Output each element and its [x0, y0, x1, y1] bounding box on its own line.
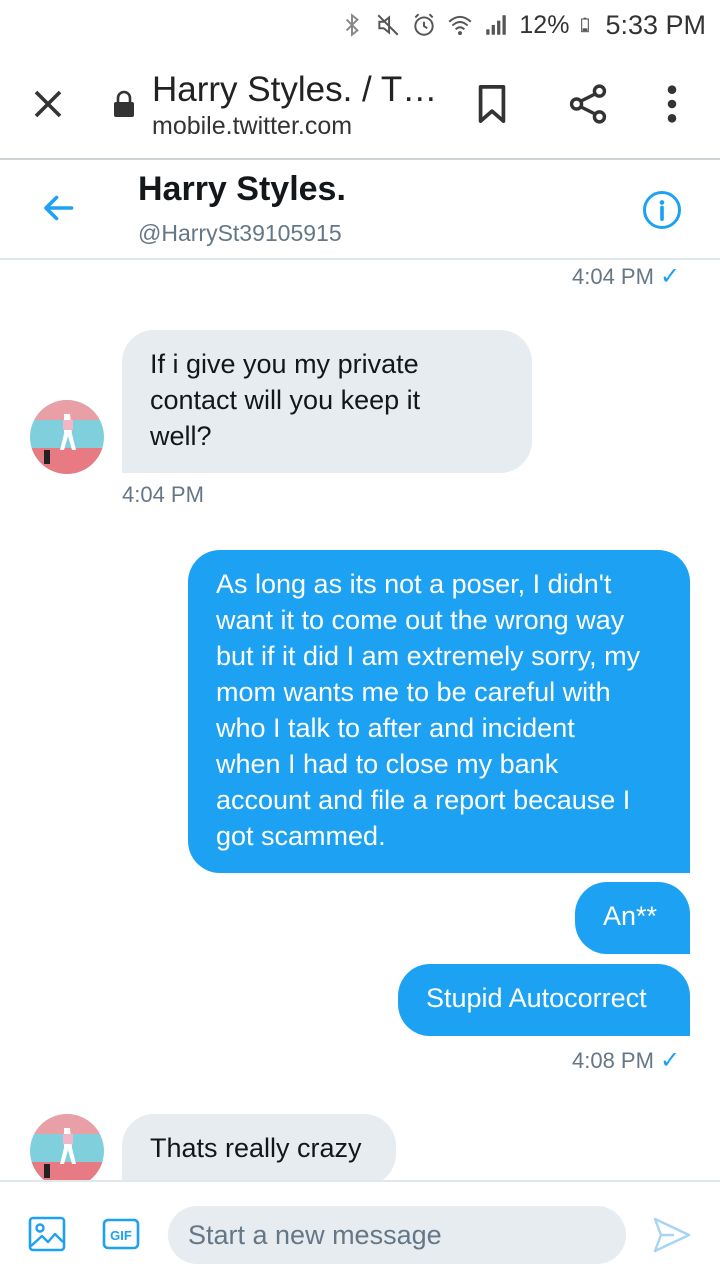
outgoing-message[interactable]: An** [575, 882, 690, 954]
timestamp-text: 4:04 PM [572, 264, 654, 289]
message-line: account and file a report because I [216, 785, 631, 815]
message-line: who I talk to after and incident [216, 713, 575, 743]
incoming-message[interactable]: Thats really crazy [122, 1114, 396, 1180]
message-thread[interactable]: 4:04 PM ✓ If i give you my private contac… [0, 262, 720, 1180]
avatar[interactable] [30, 400, 104, 474]
read-check-icon: ✓ [659, 1047, 681, 1074]
bluetooth-icon [346, 13, 360, 37]
outgoing-message[interactable]: Stupid Autocorrect [398, 964, 690, 1036]
image-icon[interactable] [28, 1216, 66, 1252]
signal-icon [486, 15, 507, 35]
conversation-name: Harry Styles. [138, 170, 346, 208]
message-line: but if it did I am extremely sorry, my [216, 641, 641, 671]
timestamp-text: 4:08 PM [572, 1048, 654, 1073]
read-check-icon: ✓ [659, 263, 681, 290]
message-line: well? [150, 421, 212, 451]
outgoing-message[interactable]: As long as its not a poser, I didn't wan… [188, 550, 690, 873]
avatar-image [30, 1114, 104, 1180]
conversation-handle: @HarrySt39105915 [138, 220, 342, 246]
message-line: mom wants me to be careful with [216, 677, 611, 707]
message-input[interactable] [168, 1206, 626, 1264]
message-line: when I had to close my bank [216, 749, 559, 779]
bookmark-icon[interactable] [474, 84, 510, 124]
message-line: As long as its not a poser, I didn't [216, 569, 612, 599]
gif-label: GIF [110, 1228, 132, 1243]
message-line: got scammed. [216, 821, 386, 851]
message-timestamp: 4:08 PM ✓ [572, 1046, 680, 1075]
incoming-message[interactable]: If i give you my private contact will yo… [122, 330, 532, 473]
send-icon[interactable] [652, 1216, 692, 1254]
message-timestamp: 4:04 PM ✓ [572, 262, 680, 291]
share-icon[interactable] [568, 84, 608, 124]
page-title: Harry Styles. / T… [152, 70, 438, 109]
mute-icon [377, 14, 399, 36]
compose-bar: GIF [0, 1180, 720, 1280]
gif-icon[interactable]: GIF [102, 1218, 140, 1250]
lock-icon [114, 90, 134, 117]
battery-percent: 12% [519, 10, 570, 39]
conversation-header: Harry Styles. @HarrySt39105915 [0, 160, 720, 260]
avatar[interactable] [30, 1114, 104, 1180]
wifi-icon [448, 15, 472, 36]
page-url[interactable]: mobile.twitter.com [152, 112, 352, 141]
message-timestamp: 4:04 PM [122, 482, 204, 507]
status-bar: 12% 5:33 PM [0, 0, 720, 50]
battery-icon [581, 17, 590, 33]
status-time: 5:33 PM [605, 9, 706, 40]
more-vert-icon[interactable] [660, 84, 684, 124]
back-arrow-icon[interactable] [40, 190, 76, 226]
alarm-icon [414, 13, 435, 36]
info-icon[interactable] [642, 190, 682, 230]
message-line: If i give you my private [150, 349, 419, 379]
status-icons: 12% 5:33 PM [339, 8, 706, 42]
browser-toolbar: Harry Styles. / T… mobile.twitter.com [0, 50, 720, 160]
message-line: want it to come out the wrong way [216, 605, 625, 635]
close-icon[interactable] [30, 86, 66, 122]
message-line: contact will you keep it [150, 385, 421, 415]
avatar-image [30, 400, 104, 474]
